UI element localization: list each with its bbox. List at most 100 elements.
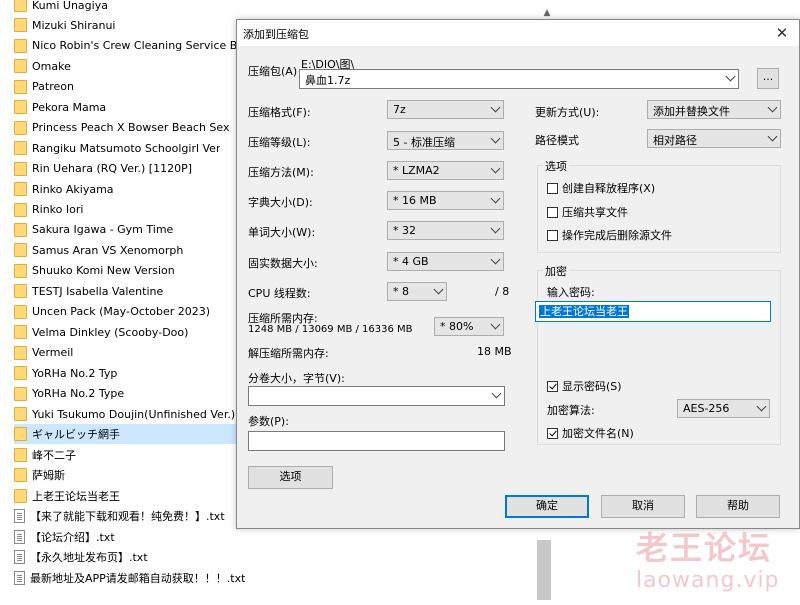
folder-item[interactable]: Yuki Tsukumo Doujin(Unfinished Ver.) [6 [14,404,250,424]
folder-item[interactable]: YoRHa No.2 Typ [14,363,250,383]
item-name: 上老王论坛当老王 [32,489,120,503]
text-file-icon [14,570,25,585]
password-input[interactable]: 上老王论坛当老王 [535,301,771,322]
sfx-checkbox[interactable]: 创建自释放程序(X) [547,180,655,196]
folder-item[interactable]: Rinko Akiyama [14,179,250,199]
folder-icon [14,100,27,115]
level-label: 压缩等级(L): [248,136,311,149]
folder-icon [14,304,27,319]
method-select[interactable]: * LZMA2 [387,161,504,180]
archive-name-combo[interactable]: 鼻血1.7z [299,69,739,89]
folder-item[interactable]: Omake [14,56,250,76]
chevron-down-icon [490,163,501,174]
chevron-down-icon [490,102,501,113]
close-button[interactable]: ✕ [765,20,799,46]
solid-label: 固实数据大小: [248,257,318,270]
folder-icon [14,284,27,299]
dict-value: * 16 MB [393,194,437,207]
folder-icon [14,0,27,12]
folder-item[interactable]: YoRHa No.2 Type [14,384,250,404]
file-item[interactable]: 【永久地址发布页】.txt [14,547,250,567]
folder-item[interactable]: ギャルビッチ網手 [14,424,250,445]
item-name: YoRHa No.2 Type [32,387,125,401]
folder-item[interactable]: 峰不二子 [14,445,250,465]
folder-item[interactable]: Velma Dinkley (Scooby-Doo) [14,322,250,342]
split-combo[interactable] [248,386,505,406]
folder-item[interactable]: Shuuko Komi New Version [14,261,250,281]
level-select[interactable]: 5 - 标准压缩 [387,131,504,150]
item-name: 峰不二子 [32,448,76,462]
chevron-down-icon [490,133,501,144]
file-item[interactable]: 最新地址及APP请发邮箱自动获取！！！.txt [14,568,250,588]
file-item[interactable]: 【论坛介绍】.txt [14,527,250,547]
chevron-down-icon [767,131,778,142]
folder-item[interactable]: TESTJ Isabella Valentine [14,281,250,301]
file-list: Kumi Unagiya Mizuki Shiranui Nico Robin's … [0,0,250,605]
item-name: 【永久地址发布页】.txt [30,551,148,565]
folder-item[interactable]: Patreon [14,77,250,97]
format-value: 7z [393,103,406,116]
folder-icon [14,488,27,503]
ok-button[interactable]: 确定 [505,495,589,518]
text-file-icon [14,529,25,544]
folder-icon [14,325,27,340]
folder-item[interactable]: Mizuki Shiranui [14,15,250,35]
encrypt-group-title: 加密 [543,263,569,279]
folder-item[interactable]: Kumi Unagiya [14,0,250,15]
level-value: 5 - 标准压缩 [393,136,455,149]
checkbox-box [547,182,558,194]
options-button[interactable]: 选项 [248,466,333,489]
folder-icon [14,222,27,237]
folder-item[interactable]: Rinko Iori [14,200,250,220]
format-select[interactable]: 7z [387,100,504,119]
checkbox-box-checked [547,380,558,392]
checkbox-box-checked [547,427,558,439]
help-button[interactable]: 帮助 [696,495,780,518]
delete-checkbox[interactable]: 操作完成后删除源文件 [547,227,672,243]
dict-select[interactable]: * 16 MB [387,191,504,210]
file-item[interactable]: 【来了就能下载和观看！纯免费！】.txt [14,506,250,526]
item-name: 【论坛介绍】.txt [30,530,115,544]
folder-item[interactable]: Samus Aran VS Xenomorph [14,240,250,260]
chevron-down-icon [491,388,502,399]
folder-icon [14,447,27,462]
folder-item[interactable]: Pekora Mama [14,97,250,117]
background-scrollbar-thumb[interactable] [537,540,551,600]
algo-select[interactable]: AES-256 [677,399,770,418]
folder-item[interactable]: Nico Robin's Crew Cleaning Service Bor [14,36,250,56]
update-select[interactable]: 添加并替换文件 [647,100,781,119]
folder-item[interactable]: Rin Uehara (RQ Ver.) [1120P] [14,159,250,179]
dialog-titlebar[interactable]: 添加到压缩包 ✕ [237,20,799,46]
show-password-checkbox[interactable]: 显示密码(S) [547,378,622,394]
chevron-down-icon [767,102,778,113]
folder-item[interactable]: Rangiku Matsumoto Schoolgirl Ver [14,138,250,158]
cancel-button[interactable]: 取消 [601,495,685,518]
chevron-down-icon [490,223,501,234]
path-select[interactable]: 相对路径 [647,129,781,148]
split-label: 分卷大小，字节(V): [248,372,345,385]
folder-item[interactable]: 上老王论坛当老王 [14,486,250,506]
sfx-label: 创建自释放程序(X) [562,182,656,195]
shared-checkbox[interactable]: 压缩共享文件 [547,204,628,220]
dialog-title: 添加到压缩包 [243,28,309,41]
folder-icon [14,141,27,156]
solid-select[interactable]: * 4 GB [387,252,504,271]
password-value: 上老王论坛当老王 [539,305,629,318]
update-label: 更新方式(U): [535,106,600,119]
item-name: Rangiku Matsumoto Schoolgirl Ver [32,141,221,155]
folder-item[interactable]: 萨姆斯 [14,465,250,485]
word-select[interactable]: * 32 [387,221,504,240]
threads-select[interactable]: * 8 [387,282,447,301]
folder-item[interactable]: Uncen Pack (May-October 2023) [14,302,250,322]
folder-item[interactable]: Sakura Igawa - Gym Time [14,220,250,240]
path-value: 相对路径 [653,134,697,147]
params-input[interactable] [248,431,505,451]
folder-item[interactable]: Vermeil [14,343,250,363]
chevron-down-icon [725,71,736,82]
mem-select[interactable]: * 80% [434,317,504,336]
encrypt-names-checkbox[interactable]: 加密文件名(N) [547,425,634,441]
encrypt-names-label: 加密文件名(N) [562,427,634,440]
browse-button[interactable]: ... [757,68,779,89]
folder-item[interactable]: Princess Peach X Bowser Beach Sex [14,118,250,138]
folder-icon [14,345,27,360]
